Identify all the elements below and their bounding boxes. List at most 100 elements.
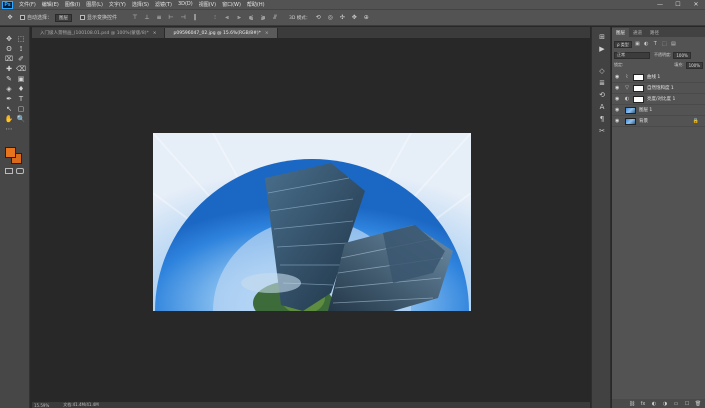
filter-type-dropdown[interactable]: ρ 类型 <box>614 41 632 48</box>
filter-icon[interactable]: ◐ <box>643 41 650 48</box>
mode-3d-icon[interactable]: ✥ <box>350 14 358 22</box>
tool-icon[interactable]: ♦ <box>16 85 26 94</box>
filter-icon[interactable]: ▤ <box>670 41 677 48</box>
layer-row[interactable]: ◉ ▽ 自然饱和度 1 <box>612 83 705 94</box>
layer-row[interactable]: ◉ ◐ 亮度/对比度 1 <box>612 94 705 105</box>
show-transform-checkbox[interactable] <box>80 15 86 20</box>
quick-mask-icon[interactable] <box>5 168 13 174</box>
tool-icon[interactable]: ▣ <box>16 75 26 84</box>
move-tool-icon[interactable]: ✥ <box>6 14 14 22</box>
visibility-eye-icon[interactable]: ◉ <box>615 96 623 102</box>
tool-icon[interactable]: ⟟ <box>16 45 26 54</box>
panel-footer-icon[interactable]: 🗑 <box>694 401 702 407</box>
tool-icon[interactable]: ✋ <box>4 115 14 124</box>
visibility-eye-icon[interactable]: ◉ <box>615 85 623 91</box>
blend-mode-dropdown[interactable]: 正常 <box>614 51 650 59</box>
panel-strip-icon[interactable]: ✂ <box>597 127 607 135</box>
auto-select-dropdown[interactable]: 图层 <box>55 13 73 22</box>
tool-icon[interactable]: ↖ <box>4 105 14 114</box>
tool-icon[interactable]: ✒ <box>4 95 14 104</box>
maximize-button[interactable]: ☐ <box>669 1 687 8</box>
minimize-button[interactable]: — <box>651 1 669 8</box>
visibility-eye-icon[interactable]: ◉ <box>615 118 623 124</box>
panel-strip-icon[interactable]: ⊞ <box>597 33 607 41</box>
menu-item[interactable]: 滤镜(T) <box>155 1 172 8</box>
screen-mode-icon[interactable] <box>16 168 24 174</box>
tool-icon[interactable]: 🔍 <box>16 115 26 124</box>
panel-strip-icon[interactable]: ▶ <box>597 45 607 53</box>
document-tab-2[interactable]: p09596047_02.jpg @ 15.6%(RGB/8#)* × <box>165 28 278 38</box>
document-tab-1[interactable]: 入门级人景物画_(100108.01.psd @ 100%(蒙版/8)* × <box>32 28 166 38</box>
tab-close-icon[interactable]: × <box>265 31 269 36</box>
fill-field[interactable]: 100% <box>685 61 703 69</box>
distribute-icon[interactable]: ⫸ <box>235 14 243 22</box>
menu-item[interactable]: 图层(L) <box>86 1 103 8</box>
filter-icon[interactable]: T <box>652 41 659 48</box>
panel-footer-icon[interactable]: fx <box>639 401 647 407</box>
menu-item[interactable]: 文件(F) <box>19 1 36 8</box>
tab-close-icon[interactable]: × <box>153 31 157 36</box>
panel-footer-icon[interactable]: ◐ <box>650 401 658 407</box>
menu-item[interactable]: 编辑(E) <box>42 1 59 8</box>
visibility-eye-icon[interactable]: ◉ <box>615 74 623 80</box>
panel-strip-icon[interactable]: ≣ <box>597 79 607 87</box>
tool-icon[interactable]: ✚ <box>4 65 14 74</box>
panel-footer-icon[interactable]: ▭ <box>672 401 680 407</box>
menu-item[interactable]: 窗口(W) <box>222 1 241 8</box>
align-icon[interactable]: ⊢ <box>167 14 175 22</box>
align-icon[interactable]: ⊣ <box>179 14 187 22</box>
tab-layers[interactable]: 图层 <box>612 28 629 37</box>
align-icon[interactable]: ≡ <box>155 14 163 22</box>
tool-icon[interactable]: ✐ <box>16 55 26 64</box>
panel-footer-icon[interactable]: ◑ <box>661 401 669 407</box>
align-icon[interactable]: ⊤ <box>131 14 139 22</box>
mode-3d-icon[interactable]: ⊕ <box>362 14 370 22</box>
mode-3d-icon[interactable]: ◎ <box>326 14 334 22</box>
foreground-color-swatch[interactable] <box>5 147 16 158</box>
tool-icon[interactable]: ʘ <box>4 45 14 54</box>
layer-row[interactable]: ◉ 背景 🔒 <box>612 116 705 127</box>
menu-item[interactable]: 帮助(H) <box>247 1 265 8</box>
tool-icon[interactable]: T <box>16 95 26 104</box>
menu-item[interactable]: 视图(V) <box>199 1 216 8</box>
opacity-field[interactable]: 100% <box>673 51 691 59</box>
tool-icon[interactable]: ▢ <box>16 105 26 114</box>
distribute-icon[interactable]: ⫶ <box>211 14 219 22</box>
tool-icon[interactable]: ⋯ <box>4 125 14 134</box>
visibility-eye-icon[interactable]: ◉ <box>615 107 623 113</box>
tool-icon[interactable]: ⌫ <box>16 65 26 74</box>
auto-select-checkbox[interactable] <box>20 15 25 20</box>
tab-channels[interactable]: 通道 <box>629 28 646 37</box>
distribute-icon[interactable]: ⫺ <box>259 14 267 22</box>
distribute-icon[interactable]: ⫷ <box>223 14 231 22</box>
filter-icon[interactable]: ▣ <box>634 41 641 48</box>
panel-strip-icon[interactable]: ◇ <box>597 67 607 75</box>
mode-3d-icon[interactable]: ✣ <box>338 14 346 22</box>
panel-footer-icon[interactable]: ⛓ <box>628 401 636 407</box>
distribute-icon[interactable]: ⫻ <box>271 14 279 22</box>
tool-icon[interactable]: ◈ <box>4 85 14 94</box>
menu-item[interactable]: 3D(D) <box>178 1 193 8</box>
panel-footer-icon[interactable]: ☐ <box>683 401 691 407</box>
mode-3d-icon[interactable]: ⟲ <box>314 14 322 22</box>
canvas-area[interactable] <box>32 38 590 403</box>
panel-strip-icon[interactable]: ¶ <box>597 115 607 123</box>
menu-item[interactable]: 选择(S) <box>132 1 149 8</box>
tool-icon[interactable]: ⬚ <box>16 35 26 44</box>
panel-strip-icon[interactable]: ⟲ <box>597 91 607 99</box>
tool-icon[interactable]: ✎ <box>4 75 14 84</box>
layer-row[interactable]: ◉ 图层 1 <box>612 105 705 116</box>
zoom-level[interactable]: 15.59% <box>34 403 49 408</box>
align-icon[interactable]: ⊥ <box>143 14 151 22</box>
distribute-icon[interactable]: ⫹ <box>247 14 255 22</box>
close-button[interactable]: ✕ <box>687 1 705 8</box>
tool-icon[interactable]: ✥ <box>4 35 14 44</box>
align-icon[interactable]: ‖ <box>191 14 199 22</box>
menu-item[interactable]: 图像(I) <box>65 1 80 8</box>
panel-strip-icon[interactable]: A <box>597 103 607 111</box>
layer-row[interactable]: ◉ ⌇ 曲线 1 <box>612 72 705 83</box>
filter-icon[interactable]: ⬚ <box>661 41 668 48</box>
document-image[interactable] <box>153 133 471 311</box>
tool-icon[interactable]: ⌧ <box>4 55 14 64</box>
menu-item[interactable]: 文字(Y) <box>109 1 126 8</box>
